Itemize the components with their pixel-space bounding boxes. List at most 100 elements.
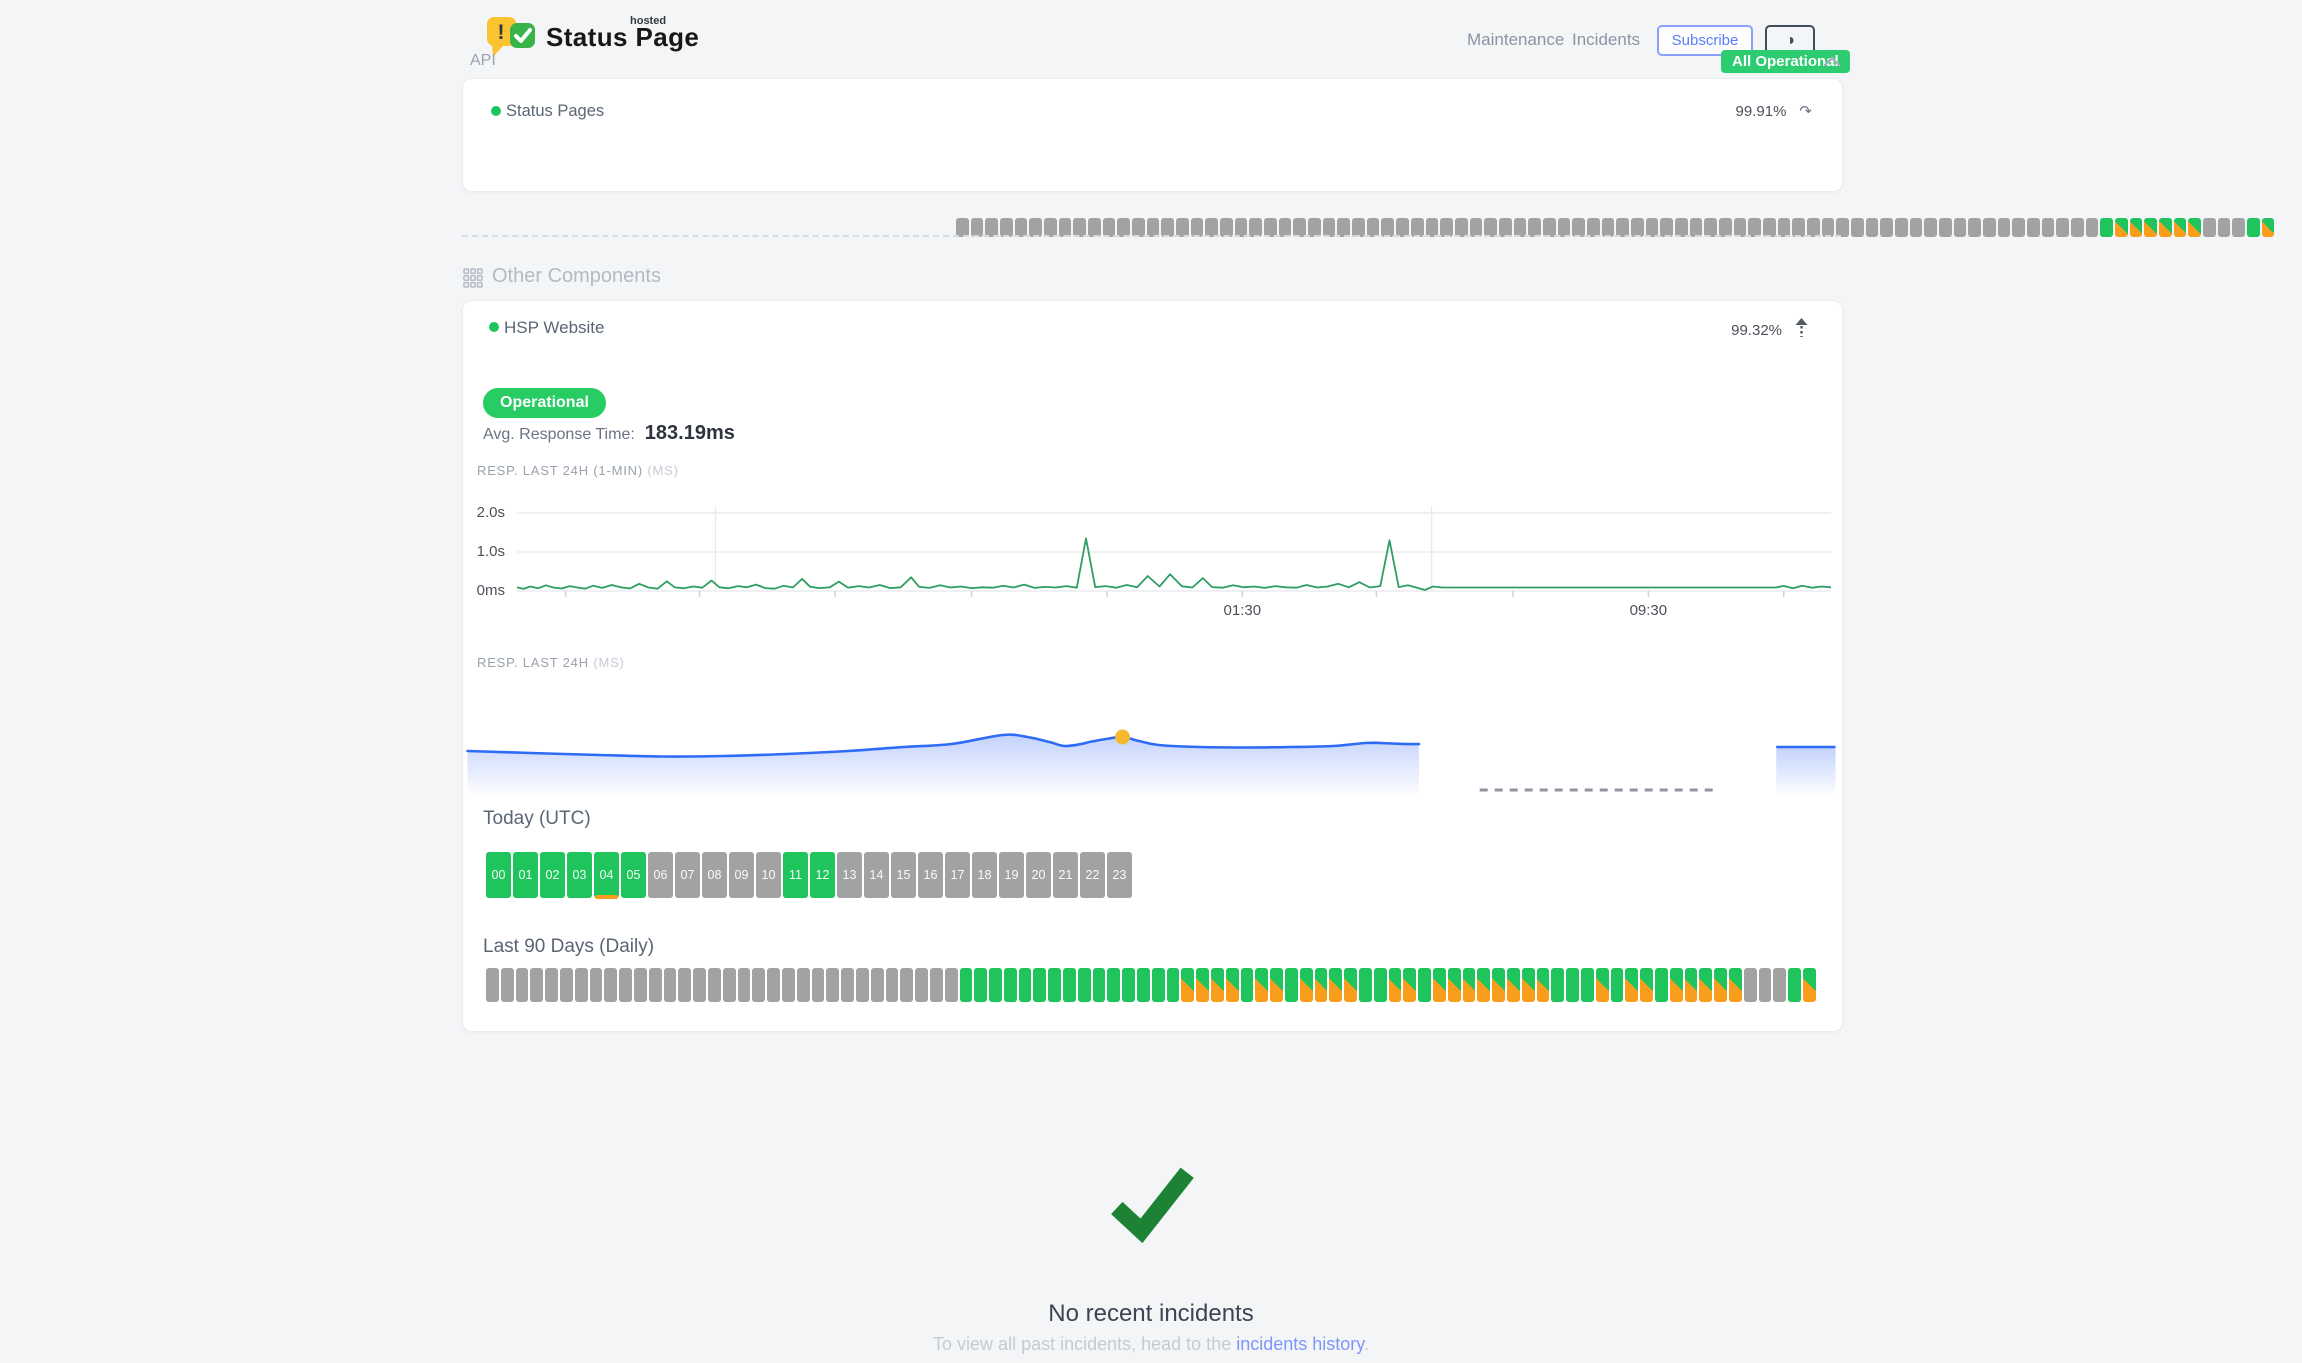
day-bar[interactable] [649, 968, 662, 1002]
uptime-bar[interactable] [1998, 218, 2011, 237]
day-bar[interactable] [871, 968, 884, 1002]
hour-block[interactable]: 02 [540, 852, 565, 898]
day-bar[interactable] [1596, 968, 1609, 1002]
day-bar[interactable] [664, 968, 677, 1002]
day-bar[interactable] [1374, 968, 1387, 1002]
uptime-bar[interactable] [2188, 218, 2201, 237]
day-bar[interactable] [989, 968, 1002, 1002]
uptime-bar[interactable] [2203, 218, 2216, 237]
day-bar[interactable] [575, 968, 588, 1002]
uptime-bar[interactable] [1954, 218, 1967, 237]
day-bar[interactable] [1640, 968, 1653, 1002]
day-bar[interactable] [752, 968, 765, 1002]
uptime-bar[interactable] [2247, 218, 2260, 237]
day-bar[interactable] [1611, 968, 1624, 1002]
day-bar[interactable] [974, 968, 987, 1002]
hour-block[interactable]: 09 [729, 852, 754, 898]
scroll-top-arrow-icon[interactable] [1795, 318, 1808, 342]
day-bar[interactable] [1403, 968, 1416, 1002]
day-bar[interactable] [1389, 968, 1402, 1002]
day-bar[interactable] [945, 968, 958, 1002]
day-bar[interactable] [590, 968, 603, 1002]
uptime-bar[interactable] [2232, 218, 2245, 237]
hour-block[interactable]: 13 [837, 852, 862, 898]
day-bar[interactable] [1448, 968, 1461, 1002]
uptime-bar[interactable] [2012, 218, 2025, 237]
hour-block[interactable]: 00 [486, 852, 511, 898]
day-bar[interactable] [797, 968, 810, 1002]
day-bar[interactable] [1773, 968, 1786, 1002]
hour-block[interactable]: 17 [945, 852, 970, 898]
day-bar[interactable] [693, 968, 706, 1002]
day-bar[interactable] [1699, 968, 1712, 1002]
hour-block[interactable]: 16 [918, 852, 943, 898]
day-bar[interactable] [1418, 968, 1431, 1002]
hour-block[interactable]: 04 [594, 852, 619, 898]
day-bar[interactable] [1537, 968, 1550, 1002]
hour-block[interactable]: 21 [1053, 852, 1078, 898]
hour-block[interactable]: 18 [972, 852, 997, 898]
day-bar[interactable] [1211, 968, 1224, 1002]
hour-block[interactable]: 10 [756, 852, 781, 898]
day-bar[interactable] [1344, 968, 1357, 1002]
day-bar[interactable] [1329, 968, 1342, 1002]
day-bar[interactable] [767, 968, 780, 1002]
day-bar[interactable] [1625, 968, 1638, 1002]
day-bar[interactable] [486, 968, 499, 1002]
day-bar[interactable] [1714, 968, 1727, 1002]
uptime-bar[interactable] [2144, 218, 2157, 237]
day-bar[interactable] [560, 968, 573, 1002]
day-bar[interactable] [1196, 968, 1209, 1002]
day-bar[interactable] [1122, 968, 1135, 1002]
day-bar[interactable] [930, 968, 943, 1002]
day-bar[interactable] [1463, 968, 1476, 1002]
day-bar[interactable] [708, 968, 721, 1002]
day-bar[interactable] [960, 968, 973, 1002]
resp-24h-area-chart[interactable] [462, 715, 1841, 805]
day-bar[interactable] [1078, 968, 1091, 1002]
day-bar[interactable] [1152, 968, 1165, 1002]
day-bar[interactable] [1685, 968, 1698, 1002]
day-bar[interactable] [1241, 968, 1254, 1002]
day-bar[interactable] [1226, 968, 1239, 1002]
day-bar[interactable] [1270, 968, 1283, 1002]
day-bar[interactable] [1655, 968, 1668, 1002]
day-bar[interactable] [1522, 968, 1535, 1002]
day-bar[interactable] [1137, 968, 1150, 1002]
uptime-bar[interactable] [1924, 218, 1937, 237]
day-bar[interactable] [1048, 968, 1061, 1002]
day-bar[interactable] [1477, 968, 1490, 1002]
day-bar[interactable] [1551, 968, 1564, 1002]
day-bar[interactable] [900, 968, 913, 1002]
uptime-bar[interactable] [1968, 218, 1981, 237]
day-bar[interactable] [1729, 968, 1742, 1002]
hour-block[interactable]: 15 [891, 852, 916, 898]
hour-block[interactable]: 11 [783, 852, 808, 898]
uptime-bar[interactable] [2174, 218, 2187, 237]
nav-maintenance[interactable]: Maintenance [1467, 30, 1564, 50]
uptime-bar[interactable] [2056, 218, 2069, 237]
hour-block[interactable]: 19 [999, 852, 1024, 898]
hour-block[interactable]: 07 [675, 852, 700, 898]
day-bar[interactable] [1107, 968, 1120, 1002]
day-bar[interactable] [1581, 968, 1594, 1002]
day-bar[interactable] [1167, 968, 1180, 1002]
uptime-bar[interactable] [2130, 218, 2143, 237]
day-bar[interactable] [826, 968, 839, 1002]
day-bar[interactable] [886, 968, 899, 1002]
uptime-bar[interactable] [2086, 218, 2099, 237]
hour-block[interactable]: 03 [567, 852, 592, 898]
day-bar[interactable] [915, 968, 928, 1002]
uptime-bar[interactable] [1983, 218, 1996, 237]
day-bar[interactable] [604, 968, 617, 1002]
nav-incidents[interactable]: Incidents [1572, 30, 1640, 50]
uptime-bar[interactable] [1880, 218, 1893, 237]
uptime-bar[interactable] [1910, 218, 1923, 237]
uptime-bar[interactable] [1866, 218, 1879, 237]
uptime-bar[interactable] [2071, 218, 2084, 237]
uptime-bar[interactable] [2262, 218, 2275, 237]
day-bar[interactable] [1744, 968, 1757, 1002]
day-bar[interactable] [738, 968, 751, 1002]
day-bar[interactable] [1670, 968, 1683, 1002]
day-bar[interactable] [516, 968, 529, 1002]
